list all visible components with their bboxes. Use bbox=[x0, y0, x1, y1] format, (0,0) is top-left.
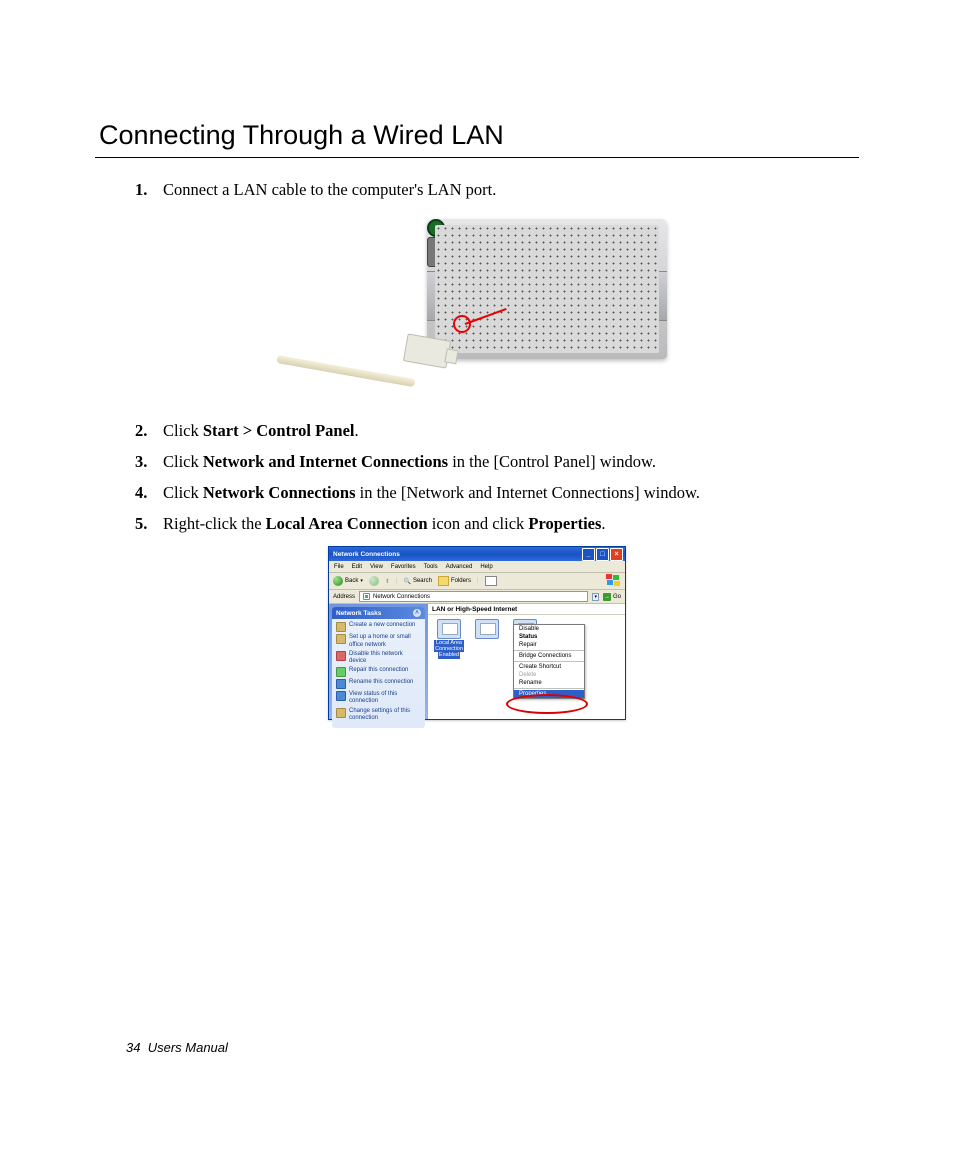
ctx-repair[interactable]: Repair bbox=[514, 641, 584, 649]
step-number: 5. bbox=[135, 510, 163, 539]
connection-status: Enabled bbox=[438, 652, 460, 658]
step-text: Click Network and Internet Connections i… bbox=[163, 448, 859, 477]
ctx-properties[interactable]: Properties bbox=[514, 690, 584, 698]
folders-icon bbox=[438, 576, 449, 586]
context-menu: Disable Status Repair Bridge Connections… bbox=[513, 624, 585, 699]
footer-label: Users Manual bbox=[148, 1040, 228, 1055]
tasks-sidebar: Network Tasks ˄ Create a new connection … bbox=[329, 604, 428, 719]
connection-local-area[interactable]: Local Area Connection Enabled bbox=[434, 619, 464, 658]
callout-circle-icon bbox=[453, 315, 471, 333]
task-icon bbox=[336, 622, 346, 632]
task-icon bbox=[336, 679, 346, 689]
windows-logo-icon bbox=[606, 574, 622, 588]
connection-icon bbox=[437, 619, 461, 639]
step-text: Click Network Connections in the [Networ… bbox=[163, 479, 859, 508]
lan-cable-illustration bbox=[287, 337, 457, 377]
content-pane: LAN or High-Speed Internet Local Area Co… bbox=[428, 604, 625, 719]
step-number: 2. bbox=[135, 417, 163, 446]
window-titlebar[interactable]: Network Connections _ □ × bbox=[329, 547, 625, 561]
parallel-port-icon bbox=[427, 237, 539, 267]
menu-bar: File Edit View Favorites Tools Advanced … bbox=[329, 561, 625, 573]
task-icon bbox=[336, 667, 346, 677]
go-button[interactable]: → Go bbox=[603, 593, 621, 601]
step-5: 5. Right-click the Local Area Connection… bbox=[135, 510, 859, 539]
folders-button[interactable]: Folders bbox=[438, 576, 471, 586]
step-number: 1. bbox=[135, 176, 163, 205]
step-text: Right-click the Local Area Connection ic… bbox=[163, 510, 859, 539]
page-number: 34 bbox=[126, 1040, 140, 1055]
step-number: 4. bbox=[135, 479, 163, 508]
views-button[interactable] bbox=[485, 576, 497, 586]
page-footer: 34 Users Manual bbox=[126, 1040, 228, 1055]
task-icon bbox=[336, 634, 346, 644]
menu-tools[interactable]: Tools bbox=[424, 564, 438, 570]
minimize-button[interactable]: _ bbox=[582, 548, 595, 561]
step-text: Click Start > Control Panel. bbox=[163, 417, 859, 446]
close-button[interactable]: × bbox=[610, 548, 623, 561]
section-title: Connecting Through a Wired LAN bbox=[95, 120, 859, 151]
menu-view[interactable]: View bbox=[370, 564, 383, 570]
step-3: 3. Click Network and Internet Connection… bbox=[135, 448, 859, 477]
category-header: LAN or High-Speed Internet bbox=[428, 604, 625, 615]
forward-button[interactable] bbox=[369, 576, 379, 586]
ctx-delete: Delete bbox=[514, 671, 584, 679]
xp-window: Network Connections _ □ × File Edit View… bbox=[328, 546, 626, 720]
ctx-status[interactable]: Status bbox=[514, 633, 584, 641]
task-icon bbox=[336, 651, 346, 661]
up-button[interactable]: ⬆ bbox=[385, 578, 390, 585]
menu-file[interactable]: File bbox=[334, 564, 344, 570]
back-icon bbox=[333, 576, 343, 586]
step-4: 4. Click Network Connections in the [Net… bbox=[135, 479, 859, 508]
connection-item[interactable] bbox=[472, 619, 502, 658]
ctx-bridge[interactable]: Bridge Connections bbox=[514, 652, 584, 660]
window-title: Network Connections bbox=[333, 551, 400, 558]
task-create-connection[interactable]: Create a new connection bbox=[336, 622, 421, 632]
task-repair-connection[interactable]: Repair this connection bbox=[336, 667, 421, 677]
instruction-list-continued: 2. Click Start > Control Panel. 3. Click… bbox=[135, 417, 859, 539]
task-rename-connection[interactable]: Rename this connection bbox=[336, 679, 421, 689]
connection-name: Local Area Connection bbox=[434, 640, 464, 652]
menu-help[interactable]: Help bbox=[480, 564, 492, 570]
sidebar-header[interactable]: Network Tasks ˄ bbox=[332, 607, 425, 619]
collapse-icon: ˄ bbox=[413, 609, 421, 617]
step-1: 1. Connect a LAN cable to the computer's… bbox=[135, 176, 859, 205]
back-button[interactable]: Back ▾ bbox=[333, 576, 363, 586]
address-label: Address bbox=[333, 594, 355, 600]
figure-lan-cable bbox=[95, 219, 859, 399]
laptop-side-illustration bbox=[427, 219, 667, 359]
figure-network-connections-window: Network Connections _ □ × File Edit View… bbox=[95, 546, 859, 720]
search-button[interactable]: 🔍 Search bbox=[403, 578, 432, 585]
search-icon: 🔍 bbox=[403, 578, 410, 585]
task-icon bbox=[336, 691, 346, 701]
section-rule bbox=[95, 157, 859, 158]
ctx-disable[interactable]: Disable bbox=[514, 625, 584, 633]
menu-edit[interactable]: Edit bbox=[352, 564, 362, 570]
task-disable-device[interactable]: Disable this network device bbox=[336, 651, 421, 665]
network-icon bbox=[363, 593, 370, 600]
rj45-plug-icon bbox=[403, 333, 451, 368]
task-icon bbox=[336, 708, 346, 718]
task-setup-network[interactable]: Set up a home or small office network bbox=[336, 634, 421, 648]
go-icon: → bbox=[603, 593, 611, 601]
menu-favorites[interactable]: Favorites bbox=[391, 564, 416, 570]
address-dropdown-button[interactable]: ▾ bbox=[592, 593, 599, 601]
task-view-status[interactable]: View status of this connection bbox=[336, 691, 421, 705]
toolbar: Back ▾ ⬆ | 🔍 Search Folders | bbox=[329, 573, 625, 590]
address-input[interactable]: Network Connections bbox=[359, 591, 588, 602]
instruction-list: 1. Connect a LAN cable to the computer's… bbox=[135, 176, 859, 205]
menu-advanced[interactable]: Advanced bbox=[446, 564, 473, 570]
connection-icon bbox=[475, 619, 499, 639]
task-change-settings[interactable]: Change settings of this connection bbox=[336, 708, 421, 722]
step-text: Connect a LAN cable to the computer's LA… bbox=[163, 176, 859, 205]
address-bar: Address Network Connections ▾ → Go bbox=[329, 590, 625, 604]
ctx-create-shortcut[interactable]: Create Shortcut bbox=[514, 663, 584, 671]
address-value: Network Connections bbox=[373, 594, 430, 600]
maximize-button[interactable]: □ bbox=[596, 548, 609, 561]
step-number: 3. bbox=[135, 448, 163, 477]
step-2: 2. Click Start > Control Panel. bbox=[135, 417, 859, 446]
ctx-rename[interactable]: Rename bbox=[514, 679, 584, 687]
